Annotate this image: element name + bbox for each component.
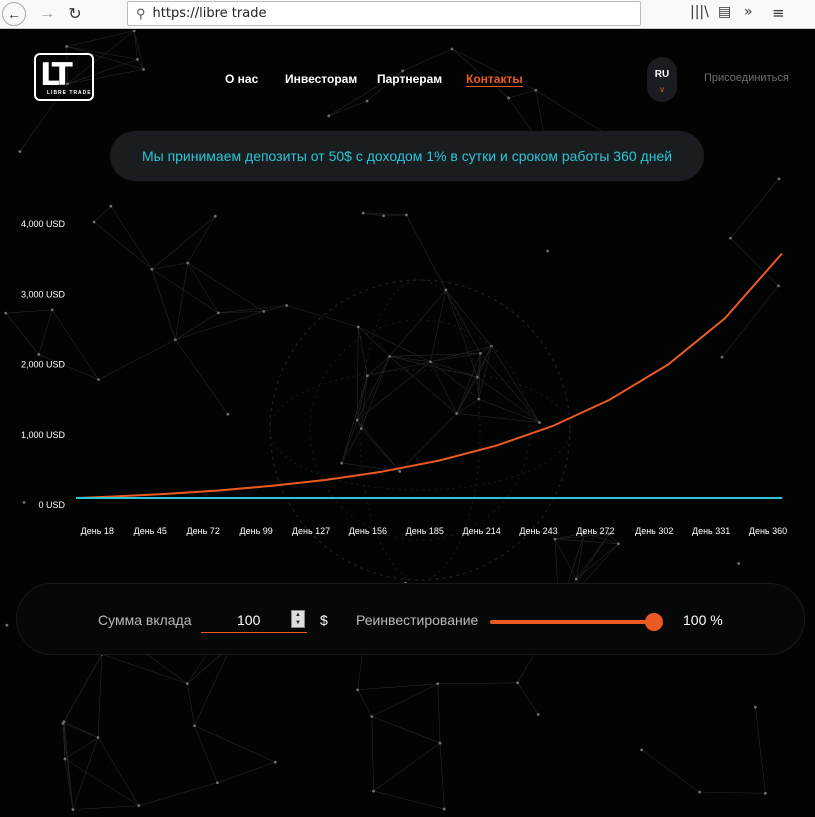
y-tick-label: 2,000 USD [21,360,66,370]
profit-chart: 4,000 USD 3,000 USD 2,000 USD 1,000 USD 0 US… [21,219,787,536]
quantity-stepper[interactable]: ▲ ▼ [291,610,305,628]
x-tick-label: День 185 [406,526,444,536]
x-tick-label: День 331 [692,526,730,536]
url-text: https://libre trade [152,6,267,21]
libre-trade-page: LT LIBRE TRADE О нас Инвесторам Партнера… [0,30,815,817]
forward-arrow-icon[interactable]: → [34,2,60,26]
reinvest-growth-line [75,252,783,499]
x-tick-label: День 45 [134,526,167,536]
reinvest-label: Реинвестирование [356,612,479,628]
reinvest-slider-thumb[interactable] [645,613,663,631]
currency-symbol: $ [320,612,328,628]
menu-icon[interactable]: ≡ [772,4,785,22]
amount-input[interactable]: 100 ▲ ▼ [201,608,307,633]
amount-value: 100 [237,612,261,628]
x-tick-label: День 127 [292,526,330,536]
overflow-chevrons-icon[interactable]: » [744,4,753,20]
x-tick-label: День 214 [463,526,501,536]
y-tick-label: 0 USD [38,500,65,510]
y-tick-label: 1,000 USD [21,430,66,440]
y-tick-label: 3,000 USD [21,289,66,299]
reader-icon[interactable]: ▤ [718,4,731,20]
reinvest-slider-track[interactable] [490,620,655,624]
search-icon: ⚲ [136,5,146,21]
x-tick-label: День 99 [240,526,273,536]
amount-label: Сумма вклада [98,612,192,628]
y-tick-label: 4,000 USD [21,219,66,229]
x-tick-label: День 302 [635,526,673,536]
x-tick-label: День 272 [576,526,614,536]
x-tick-label: День 18 [81,526,114,536]
back-arrow-icon[interactable]: ← [2,2,26,26]
x-tick-label: День 72 [187,526,220,536]
browser-toolbar: ← → ↻ ⚲ https://libre trade |||\ ▤ » ≡ [0,0,815,29]
x-tick-label: День 156 [349,526,387,536]
reinvest-percent: 100 % [683,612,723,628]
x-tick-label: День 360 [749,526,787,536]
x-tick-label: День 243 [519,526,557,536]
library-icon[interactable]: |||\ [690,4,709,20]
reload-icon[interactable]: ↻ [62,2,88,26]
address-bar[interactable]: ⚲ https://libre trade [127,1,641,26]
